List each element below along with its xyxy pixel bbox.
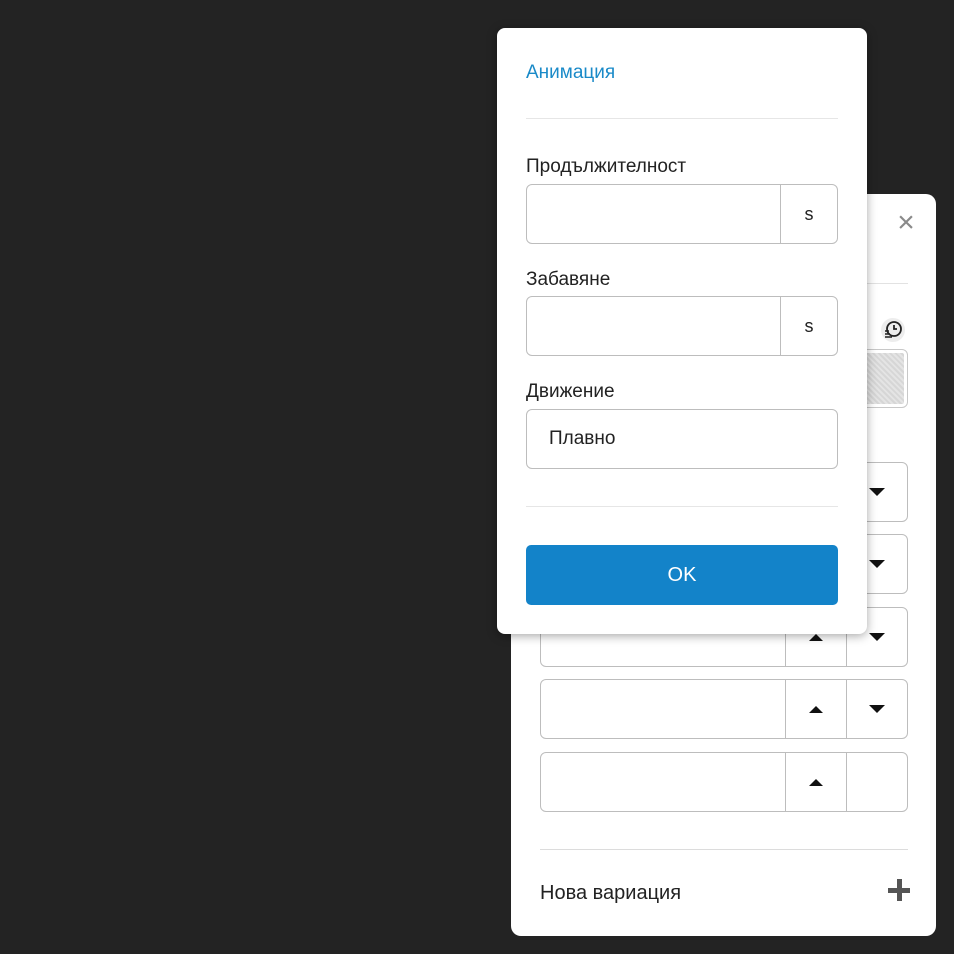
move-down-button[interactable] [846,680,907,738]
move-up-button[interactable] [785,753,846,811]
close-icon[interactable]: × [894,208,918,238]
history-icon[interactable] [880,317,906,343]
empty-arrow-slot [846,753,907,811]
chevron-up-icon [809,633,823,641]
duration-label: Продължителност [526,156,687,177]
value-row [540,752,908,812]
easing-select[interactable]: Плавно [526,409,838,469]
chevron-down-icon [869,488,885,496]
duration-input[interactable] [527,185,780,243]
divider [526,118,838,119]
easing-label: Движение [526,381,615,402]
delay-field: s [526,296,838,356]
duration-field: s [526,184,838,244]
delay-unit: s [780,297,837,355]
plus-icon[interactable] [888,879,912,903]
value-input[interactable] [541,680,785,738]
animation-popup: Анимация Продължителност s Забавяне s Дв… [497,28,867,634]
divider [526,506,838,507]
delay-label: Забавяне [526,269,611,290]
new-variation-label[interactable]: Нова вариация [540,882,681,905]
chevron-down-icon [869,560,885,568]
chevron-down-icon [869,705,885,713]
divider [540,849,908,850]
value-row [540,679,908,739]
chevron-up-icon [809,778,823,786]
move-up-button[interactable] [785,680,846,738]
chevron-down-icon [869,633,885,641]
duration-unit: s [780,185,837,243]
popup-title: Анимация [526,62,616,83]
ok-button[interactable]: OK [526,545,838,605]
value-input[interactable] [541,753,785,811]
delay-input[interactable] [527,297,780,355]
chevron-up-icon [809,705,823,713]
